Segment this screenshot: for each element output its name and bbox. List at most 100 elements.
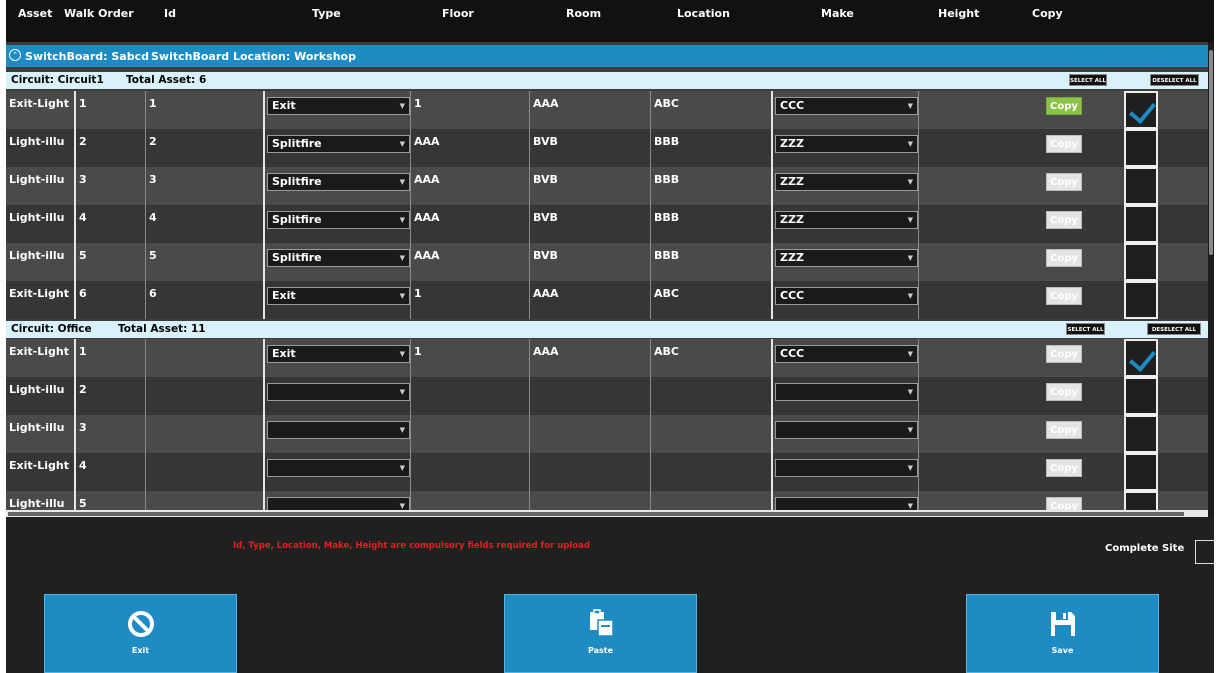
walk-order-cell[interactable]: 3 bbox=[74, 167, 147, 205]
height-cell[interactable] bbox=[918, 281, 1038, 319]
row-select-checkbox[interactable] bbox=[1124, 129, 1158, 167]
location-cell[interactable]: ABC bbox=[650, 91, 771, 129]
switchboard-group-header[interactable]: ⌃ SwitchBoard: Sabcd SwitchBoard Locatio… bbox=[6, 45, 1208, 67]
copy-button[interactable]: Copy bbox=[1046, 421, 1082, 439]
deselect-all-button[interactable]: DESELECT ALL bbox=[1150, 74, 1199, 86]
floor-cell[interactable]: 1 bbox=[410, 339, 530, 377]
make-dropdown[interactable]: CCC ▼ bbox=[775, 287, 918, 305]
type-dropdown[interactable]: Exit ▼ bbox=[267, 287, 410, 305]
deselect-all-button[interactable]: DESELECT ALL bbox=[1147, 323, 1201, 335]
location-cell[interactable]: ABC bbox=[650, 339, 771, 377]
make-dropdown[interactable]: ZZZ ▼ bbox=[775, 249, 918, 267]
row-select-checkbox[interactable] bbox=[1124, 453, 1158, 491]
make-dropdown[interactable]: ZZZ ▼ bbox=[775, 211, 918, 229]
copy-button[interactable]: Copy bbox=[1046, 173, 1082, 191]
type-dropdown[interactable]: Splitfire ▼ bbox=[267, 135, 410, 153]
id-cell[interactable]: 6 bbox=[145, 281, 263, 319]
make-dropdown[interactable]: ▼ bbox=[775, 421, 918, 439]
height-cell[interactable] bbox=[918, 377, 1038, 415]
location-cell[interactable]: BBB bbox=[650, 243, 771, 281]
scroll-thumb[interactable] bbox=[8, 512, 1184, 516]
make-dropdown[interactable]: ▼ bbox=[775, 383, 918, 401]
location-cell[interactable] bbox=[650, 377, 771, 415]
room-cell[interactable] bbox=[529, 453, 650, 491]
row-select-checkbox[interactable] bbox=[1124, 377, 1158, 415]
row-select-checkbox[interactable] bbox=[1124, 167, 1158, 205]
floor-cell[interactable]: 1 bbox=[410, 91, 530, 129]
row-select-checkbox[interactable] bbox=[1124, 243, 1158, 281]
type-dropdown[interactable]: Splitfire ▼ bbox=[267, 211, 410, 229]
room-cell[interactable]: AAA bbox=[529, 91, 650, 129]
floor-cell[interactable]: AAA bbox=[410, 205, 530, 243]
chevron-up-circle-icon[interactable]: ⌃ bbox=[9, 49, 21, 61]
make-dropdown[interactable]: ▼ bbox=[775, 459, 918, 477]
id-cell[interactable]: 2 bbox=[145, 129, 263, 167]
exit-button[interactable]: Exit bbox=[44, 594, 237, 673]
id-cell[interactable] bbox=[145, 339, 263, 377]
floor-cell[interactable]: AAA bbox=[410, 243, 530, 281]
paste-button[interactable]: Paste bbox=[504, 594, 697, 673]
location-cell[interactable] bbox=[650, 415, 771, 453]
floor-cell[interactable] bbox=[410, 415, 530, 453]
id-cell[interactable] bbox=[145, 453, 263, 491]
room-cell[interactable] bbox=[529, 377, 650, 415]
horizontal-scrollbar[interactable] bbox=[6, 510, 1208, 517]
walk-order-cell[interactable]: 4 bbox=[74, 453, 147, 491]
type-dropdown[interactable]: Exit ▼ bbox=[267, 345, 410, 363]
save-button[interactable]: Save bbox=[966, 594, 1159, 673]
row-select-checkbox[interactable] bbox=[1124, 91, 1158, 129]
height-cell[interactable] bbox=[918, 129, 1038, 167]
copy-button[interactable]: Copy bbox=[1046, 383, 1082, 401]
type-dropdown[interactable]: ▼ bbox=[267, 459, 410, 477]
height-cell[interactable] bbox=[918, 415, 1038, 453]
floor-cell[interactable]: 1 bbox=[410, 281, 530, 319]
location-cell[interactable]: BBB bbox=[650, 167, 771, 205]
row-select-checkbox[interactable] bbox=[1124, 205, 1158, 243]
location-cell[interactable]: BBB bbox=[650, 205, 771, 243]
copy-button[interactable]: Copy bbox=[1046, 135, 1082, 153]
floor-cell[interactable] bbox=[410, 377, 530, 415]
complete-site-checkbox[interactable] bbox=[1195, 540, 1214, 564]
room-cell[interactable]: BVB bbox=[529, 205, 650, 243]
height-cell[interactable] bbox=[918, 453, 1038, 491]
id-cell[interactable] bbox=[145, 415, 263, 453]
make-dropdown[interactable]: CCC ▼ bbox=[775, 345, 918, 363]
floor-cell[interactable]: AAA bbox=[410, 167, 530, 205]
room-cell[interactable] bbox=[529, 415, 650, 453]
room-cell[interactable]: AAA bbox=[529, 339, 650, 377]
id-cell[interactable]: 3 bbox=[145, 167, 263, 205]
walk-order-cell[interactable]: 5 bbox=[74, 243, 147, 281]
id-cell[interactable]: 1 bbox=[145, 91, 263, 129]
id-cell[interactable]: 4 bbox=[145, 205, 263, 243]
height-cell[interactable] bbox=[918, 91, 1038, 129]
location-cell[interactable]: BBB bbox=[650, 129, 771, 167]
select-all-button[interactable]: SELECT ALL bbox=[1069, 74, 1107, 86]
copy-button[interactable]: Copy bbox=[1046, 211, 1082, 229]
type-dropdown[interactable]: ▼ bbox=[267, 383, 410, 401]
room-cell[interactable]: AAA bbox=[529, 281, 650, 319]
type-dropdown[interactable]: ▼ bbox=[267, 421, 410, 439]
height-cell[interactable] bbox=[918, 243, 1038, 281]
location-cell[interactable]: ABC bbox=[650, 281, 771, 319]
room-cell[interactable]: BVB bbox=[529, 167, 650, 205]
id-cell[interactable] bbox=[145, 377, 263, 415]
copy-button[interactable]: Copy bbox=[1046, 287, 1082, 305]
type-dropdown[interactable]: Splitfire ▼ bbox=[267, 173, 410, 191]
walk-order-cell[interactable]: 1 bbox=[74, 339, 147, 377]
height-cell[interactable] bbox=[918, 205, 1038, 243]
copy-button[interactable]: Copy bbox=[1046, 345, 1082, 363]
row-select-checkbox[interactable] bbox=[1124, 281, 1158, 319]
select-all-button[interactable]: SELECT ALL bbox=[1066, 323, 1105, 335]
walk-order-cell[interactable]: 2 bbox=[74, 129, 147, 167]
height-cell[interactable] bbox=[918, 339, 1038, 377]
floor-cell[interactable]: AAA bbox=[410, 129, 530, 167]
make-dropdown[interactable]: CCC ▼ bbox=[775, 97, 918, 115]
copy-button[interactable]: Copy bbox=[1046, 97, 1082, 115]
row-select-checkbox[interactable] bbox=[1124, 415, 1158, 453]
walk-order-cell[interactable]: 2 bbox=[74, 377, 147, 415]
walk-order-cell[interactable]: 3 bbox=[74, 415, 147, 453]
scroll-thumb[interactable] bbox=[1209, 50, 1213, 255]
room-cell[interactable]: BVB bbox=[529, 243, 650, 281]
location-cell[interactable] bbox=[650, 453, 771, 491]
room-cell[interactable]: BVB bbox=[529, 129, 650, 167]
